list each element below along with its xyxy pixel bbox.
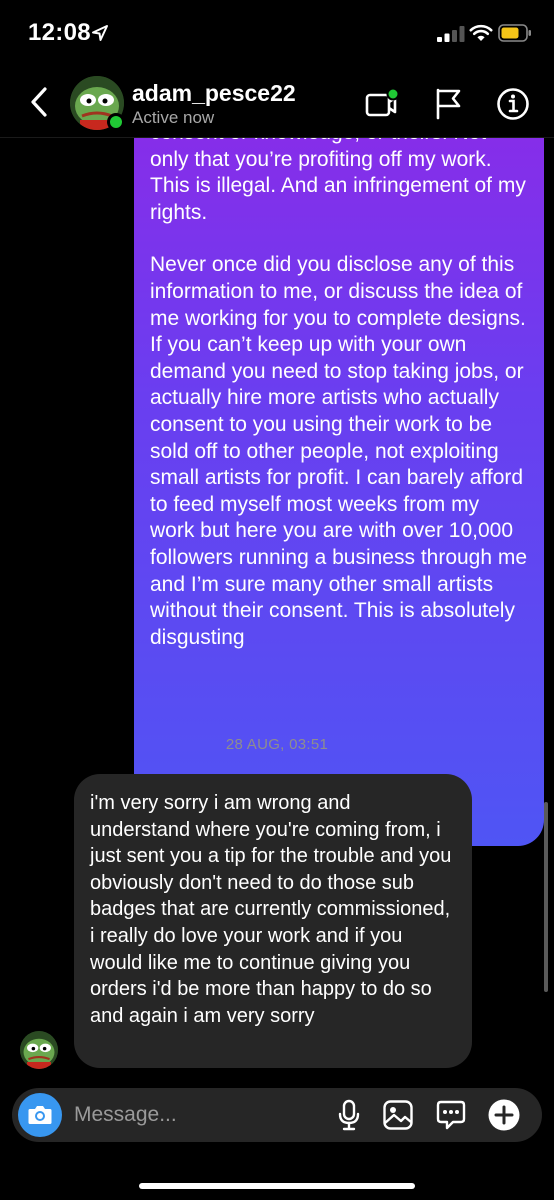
plus-icon [488,1099,520,1131]
report-button[interactable] [428,84,468,124]
flag-icon [436,88,461,120]
chat-header: adam_pesce22 Active now [0,66,554,138]
sender-avatar[interactable] [20,1031,58,1069]
sent-message-paragraph-1: consent or knowledge, or theirs. Not onl… [150,138,526,224]
camera-icon [28,1106,52,1124]
battery-icon [498,24,531,42]
gallery-button[interactable] [381,1098,415,1132]
online-status-dot [107,113,125,131]
more-options-button[interactable] [487,1098,521,1132]
message-timestamp: 28 AUG, 03:51 [225,736,329,753]
sent-message-paragraph-2: Never once did you disclose any of this … [150,253,528,649]
contact-name[interactable]: adam_pesce22 [132,80,296,107]
pepe-avatar-icon [20,1031,58,1069]
contact-active-status: Active now [132,108,215,127]
message-composer [12,1088,542,1142]
message-thread[interactable]: consent or knowledge, or theirs. Not onl… [0,138,554,1078]
cellular-signal-icon [437,26,465,42]
info-icon [497,88,529,120]
info-button[interactable] [493,84,533,124]
wifi-icon [469,24,493,41]
microphone-icon [338,1099,360,1131]
home-indicator[interactable] [139,1183,415,1189]
sticker-button[interactable] [434,1098,468,1132]
contact-avatar[interactable] [70,76,126,132]
video-call-button[interactable] [362,84,402,124]
gallery-icon [383,1100,413,1130]
status-time: 12:08 [28,19,91,46]
back-button[interactable] [22,80,56,124]
status-bar: 12:08 [0,0,554,66]
location-arrow-icon [92,25,108,41]
camera-button[interactable] [18,1093,62,1137]
message-input[interactable] [74,1097,314,1133]
video-call-icon [365,87,400,117]
received-message-text: i'm very sorry i am wrong and understand… [90,792,452,1027]
scrollbar[interactable] [544,802,548,992]
dm-screen: 12:08 adam_pesce22 Active now only that … [0,0,554,1200]
received-message-bubble[interactable]: i'm very sorry i am wrong and understand… [74,774,472,1068]
back-icon [31,87,47,117]
sticker-icon [436,1100,466,1130]
voice-message-button[interactable] [332,1098,366,1132]
